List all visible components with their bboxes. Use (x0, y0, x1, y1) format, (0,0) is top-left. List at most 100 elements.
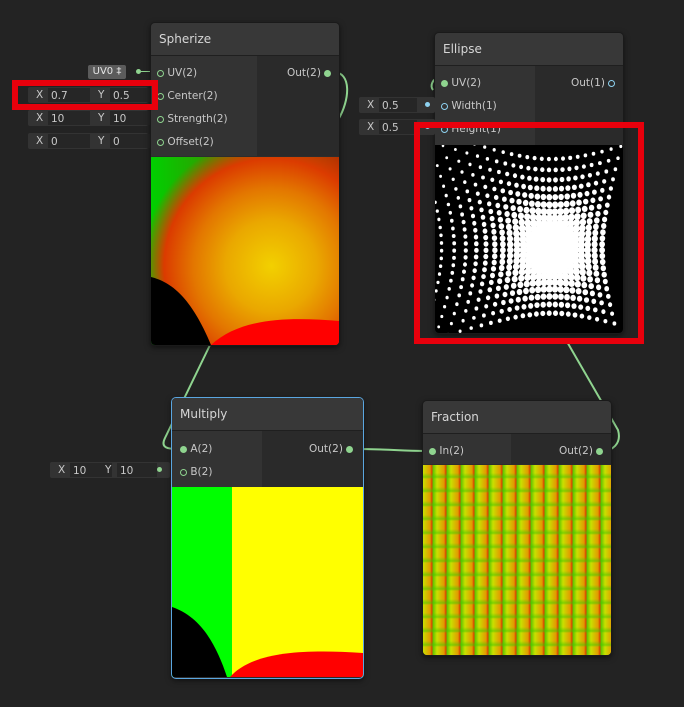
height-input[interactable]: 0.5 (379, 120, 417, 134)
ellipse-dot (509, 290, 516, 296)
ellipse-dot (584, 190, 590, 197)
ellipse-dot (589, 290, 595, 297)
ellipse-dot (494, 159, 499, 164)
multiply-node[interactable]: Multiply A(2) B(2) Out(2) (171, 397, 364, 679)
ellipse-dot (580, 275, 587, 282)
ellipse-dot (499, 235, 506, 242)
ellipse-dot (579, 268, 586, 276)
ellipse-width-port[interactable]: Width(1) (441, 95, 497, 117)
strength-y-label: Y (98, 112, 105, 124)
multiply-out-port[interactable]: Out(2) (309, 438, 354, 460)
ellipse-dot (441, 145, 445, 148)
ellipse-dot (438, 264, 443, 268)
multiply-preview (172, 487, 363, 677)
uv-channel-dropdown[interactable]: UV0 ‡ (88, 65, 126, 79)
ellipse-dot (546, 310, 552, 316)
offset-field[interactable]: X 0 Y 0 (28, 133, 166, 149)
center-x-input[interactable]: 0.7 (48, 88, 90, 102)
spherize-node[interactable]: Spherize UV(2) Center(2) Strength(2) Off… (150, 22, 340, 346)
width-field[interactable]: X 0.5 (359, 97, 435, 113)
ellipse-dot (452, 255, 456, 260)
ellipse-dot (599, 247, 605, 254)
ellipse-dot (608, 302, 613, 308)
ellipse-dot (461, 219, 466, 225)
height-x-label: X (367, 121, 375, 133)
ellipse-dot (529, 200, 535, 207)
ellipse-dot (464, 309, 468, 313)
ellipse-dot (546, 156, 551, 162)
strength-x-input[interactable]: 10 (48, 111, 90, 125)
spherize-center-port[interactable]: Center(2) (157, 85, 218, 107)
offset-y-input[interactable]: 0 (110, 134, 150, 148)
fraction-in-port[interactable]: In(2) (429, 440, 464, 462)
ellipse-dot (572, 312, 578, 318)
offset-y-label: Y (98, 135, 105, 147)
ellipse-dot (474, 247, 479, 253)
fraction-node[interactable]: Fraction In(2) Out(2) (422, 400, 612, 656)
ellipse-dot (473, 261, 478, 267)
ellipse-dot (498, 264, 505, 272)
ellipse-dot (592, 229, 599, 237)
ellipse-dot (496, 210, 502, 216)
ellipse-dot (604, 169, 609, 174)
ellipse-dot (440, 314, 444, 319)
ellipse-dot (586, 182, 591, 188)
multiply-b-y-input[interactable]: 10 (117, 463, 157, 477)
ellipse-dot (592, 258, 599, 265)
ellipse-dot (600, 229, 606, 236)
ellipse-dot (585, 305, 591, 311)
ellipse-dot (462, 227, 467, 232)
ellipse-dot (435, 289, 438, 293)
ellipse-dot (570, 294, 576, 301)
ellipse-preview (435, 145, 623, 333)
ellipse-dot (492, 247, 498, 254)
ellipse-dot (463, 180, 467, 184)
multiply-title: Multiply (172, 398, 363, 431)
ellipse-dot (498, 179, 503, 185)
ellipse-dot (465, 151, 469, 155)
multiply-b-field[interactable]: X 10 Y 10 (50, 462, 170, 478)
strength-y-input[interactable]: 10 (110, 111, 150, 125)
ellipse-node[interactable]: Ellipse UV(2) Width(1) Height(1) Out(1) (434, 32, 624, 334)
ellipse-dot (500, 241, 506, 248)
spherize-offset-port[interactable]: Offset(2) (157, 131, 214, 153)
ellipse-dot (460, 277, 465, 282)
ellipse-dot (494, 293, 500, 299)
ellipse-dot (483, 247, 489, 253)
ellipse-dot (602, 179, 607, 184)
ellipse-dot (575, 288, 582, 295)
ellipse-dot (503, 161, 508, 166)
ellipse-dot (552, 293, 559, 300)
ellipse-dot (508, 298, 514, 304)
multiply-b-port[interactable]: B(2) (180, 461, 212, 483)
ellipse-dot (512, 173, 518, 179)
offset-x-input[interactable]: 0 (48, 134, 90, 148)
spherize-out-port[interactable]: Out(2) (287, 62, 332, 84)
ellipse-dot (509, 197, 515, 204)
ellipse-dot (497, 216, 504, 223)
ellipse-dot (595, 171, 600, 176)
center-y-input[interactable]: 0.5 (110, 88, 150, 102)
ellipse-uv-port[interactable]: UV(2) (441, 72, 481, 94)
width-input[interactable]: 0.5 (379, 98, 417, 112)
ellipse-dot (471, 173, 475, 177)
ellipse-dot (457, 293, 461, 298)
ellipse-dot (565, 185, 571, 191)
multiply-a-port[interactable]: A(2) (180, 438, 212, 460)
ellipse-dot (568, 207, 576, 214)
ellipse-dot (596, 203, 602, 210)
spherize-strength-port[interactable]: Strength(2) (157, 108, 228, 130)
fraction-out-port[interactable]: Out(2) (559, 440, 604, 462)
ellipse-dot (552, 194, 559, 201)
ellipse-dot (487, 201, 492, 207)
ellipse-dot (491, 259, 497, 266)
height-field[interactable]: X 0.5 (359, 119, 435, 135)
center-field[interactable]: X 0.7 Y 0.5 (28, 87, 166, 103)
spherize-uv-port[interactable]: UV(2) (157, 62, 197, 84)
ellipse-dot (575, 206, 582, 214)
strength-field[interactable]: X 10 Y 10 (28, 110, 166, 126)
ellipse-height-port[interactable]: Height(1) (441, 118, 501, 140)
ellipse-out-port[interactable]: Out(1) (571, 72, 616, 94)
ellipse-dot (458, 204, 463, 209)
ellipse-dot (473, 182, 478, 187)
